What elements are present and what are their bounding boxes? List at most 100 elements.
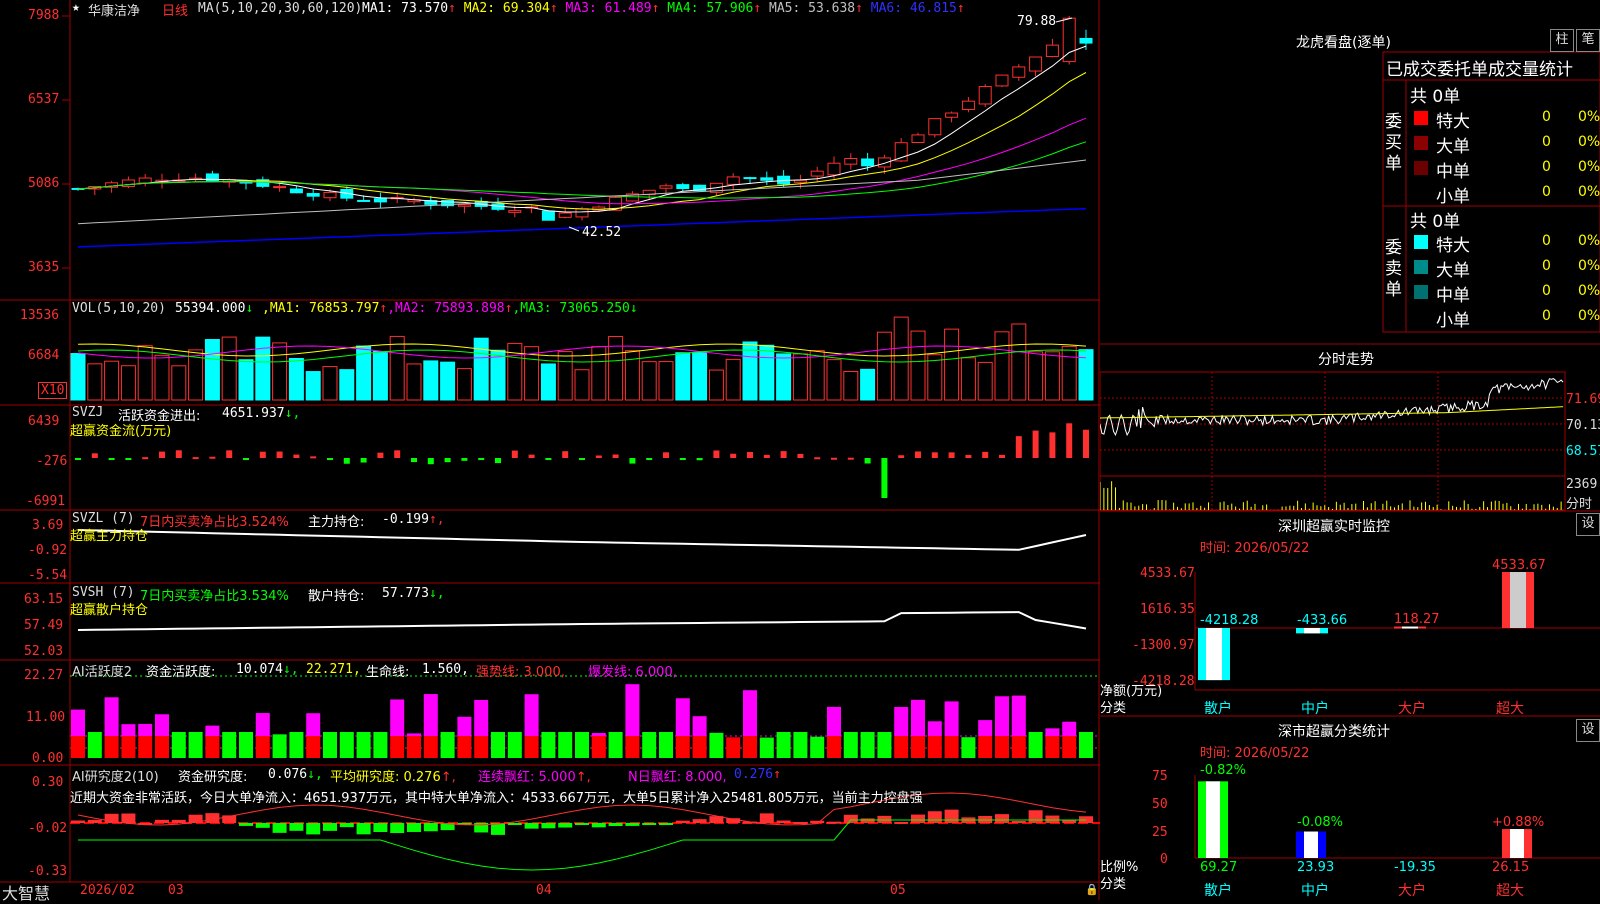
chart-canvas[interactable] — [0, 0, 1100, 900]
volume-bar — [826, 359, 842, 401]
class-bar-value: 26.15 — [1492, 860, 1530, 875]
volume-bar — [456, 368, 472, 401]
order-type-name: 小单 — [1436, 311, 1470, 331]
fund-flow-bar — [982, 451, 989, 458]
fund-flow-bar — [663, 452, 669, 458]
candle-body — [289, 188, 303, 194]
main-chart-area[interactable]: ★ 华康洁净 日线 MA(5,10,20,30,60,120) MA1: 73.… — [0, 0, 1100, 903]
activity-bar — [927, 736, 942, 758]
monitor-bar-name: 大户 — [1398, 701, 1426, 717]
burst-line: 爆发线: 6.000, — [588, 665, 677, 680]
monitor-bar-value: 4533.67 — [1492, 558, 1546, 573]
activity-bar — [306, 713, 321, 736]
activity-bar — [860, 732, 875, 758]
ma-value: MA1: 73.570↑ — [362, 1, 456, 16]
volume-bar — [171, 365, 187, 401]
fund-flow-bar — [528, 454, 535, 458]
volume-bar — [120, 365, 136, 401]
activity-bar — [827, 706, 841, 736]
volume-bar — [272, 342, 288, 401]
research-bar — [423, 823, 438, 832]
activity-bar — [961, 737, 976, 758]
candle-body — [508, 210, 522, 213]
class-y-tick: 0 — [1160, 852, 1168, 867]
order-pct: 0% — [1578, 134, 1600, 150]
low-price-label: 42.52 — [582, 225, 622, 240]
activity-bar — [692, 716, 707, 736]
activity-bar — [843, 732, 858, 758]
life-line-label: 生命线: — [366, 665, 410, 680]
order-pct: 0% — [1578, 109, 1600, 125]
fund-flow-bar — [495, 458, 501, 464]
fund-flow-bar — [1083, 429, 1089, 458]
candle-body — [928, 118, 942, 136]
y-tick: 6684 — [28, 348, 60, 363]
fund-flow-bar — [461, 458, 468, 461]
fund-flow-bar — [763, 454, 770, 458]
fund-flow-bar — [814, 457, 821, 460]
class-bar-value: 69.27 — [1200, 860, 1238, 875]
fund-flow-bar — [394, 450, 401, 458]
ma-line — [77, 141, 1087, 199]
tick-view-button[interactable]: 笔 — [1576, 29, 1600, 52]
volume-bar — [994, 331, 1010, 401]
volume-bar — [473, 337, 489, 401]
y-tick: 52.03 — [24, 644, 64, 659]
order-type-swatch — [1414, 136, 1428, 150]
class-bar-name: 中户 — [1301, 883, 1329, 899]
class-bar-value: 23.93 — [1297, 860, 1335, 875]
candle-body — [558, 212, 572, 218]
order-type-name: 中单 — [1436, 162, 1470, 182]
candle-body — [877, 157, 891, 168]
fund-flow-bar — [91, 453, 98, 458]
activity-bar — [995, 736, 1009, 758]
fund-flow-bar — [831, 457, 837, 460]
candle-body — [659, 185, 673, 189]
favorite-star-icon[interactable]: ★ — [72, 0, 80, 15]
order-type-name: 小单 — [1436, 187, 1470, 207]
fund-flow-bar — [108, 458, 115, 460]
fund-flow-bar — [293, 454, 300, 458]
fund-flow-bar — [343, 458, 350, 464]
class-bar-change: -0.82% — [1200, 763, 1246, 778]
activity-bar — [625, 684, 640, 736]
vol-ma-values: ,MA1: 76853.797↑,MA2: 75893.898↑,MA3: 73… — [262, 301, 638, 316]
research-bar — [171, 819, 186, 823]
svsh-value: 57.773↓, — [382, 586, 445, 601]
candle-body — [1012, 66, 1026, 78]
monitor-settings-button[interactable]: 设 — [1576, 513, 1600, 536]
volume-bar — [960, 357, 976, 401]
class-settings-button[interactable]: 设 — [1576, 719, 1600, 742]
lock-icon[interactable]: 🔒 — [1085, 883, 1099, 896]
fund-flow-bar — [142, 457, 149, 460]
ai-active-title: AI活跃度2 — [72, 665, 132, 680]
research-bar — [323, 823, 337, 831]
stats-header: 已成交委托单成交量统计 — [1386, 60, 1573, 80]
fund-flow-bar — [259, 451, 266, 458]
fund-flow-bar — [159, 451, 165, 458]
activity-bar — [423, 694, 438, 736]
fund-flow-bar — [1066, 423, 1073, 458]
activity-bar — [407, 733, 421, 736]
activity-bar — [71, 709, 85, 736]
activity-bar — [171, 732, 186, 758]
class-bar-name: 超大 — [1496, 883, 1524, 899]
fund-flow-bar — [646, 458, 653, 460]
category-label: 分类 — [1100, 701, 1127, 716]
activity-bar — [911, 736, 925, 758]
activity-bar — [1011, 736, 1026, 758]
candle-body — [138, 177, 152, 184]
research-bar — [71, 820, 85, 823]
activity-bar — [138, 723, 153, 736]
volume-bar — [339, 369, 355, 401]
y-tick: 63.15 — [24, 592, 64, 607]
activity-bar — [642, 732, 657, 758]
order-count: 0 — [1542, 134, 1551, 150]
bar-view-button[interactable]: 柱 — [1550, 29, 1574, 52]
volume-bar — [305, 371, 321, 401]
research-bar — [390, 823, 405, 834]
candle-body — [1045, 44, 1059, 58]
period-label[interactable]: 日线 — [162, 0, 188, 19]
activity-bar — [457, 736, 472, 758]
volume-bar — [708, 369, 724, 401]
